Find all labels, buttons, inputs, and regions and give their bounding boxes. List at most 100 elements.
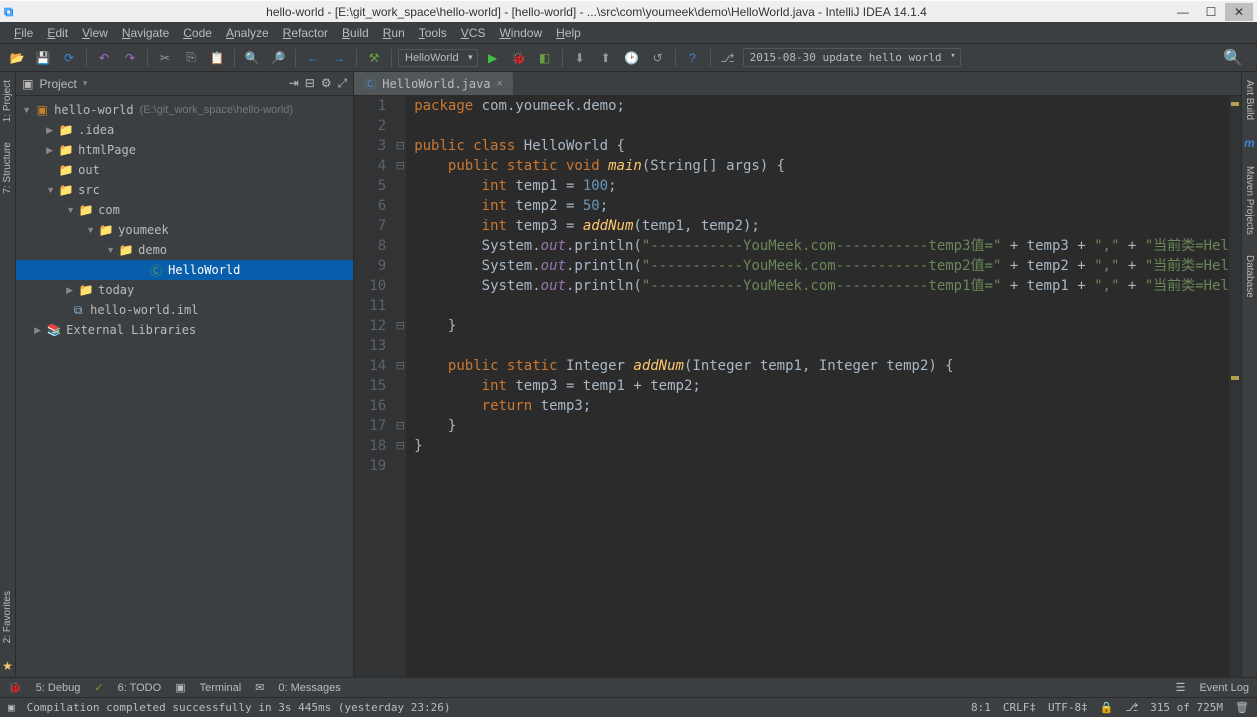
gutter-ant-tab[interactable]: Ant Build (1243, 76, 1256, 124)
tree-iml[interactable]: ⧉ hello-world.iml (16, 300, 353, 320)
fold-handle[interactable]: ⊟ (394, 356, 406, 376)
code-line[interactable]: public static void main(String[] args) { (414, 156, 1229, 176)
fold-handle[interactable] (394, 456, 406, 476)
fold-handle[interactable] (394, 196, 406, 216)
tree-root[interactable]: ▼▣ hello-world (E:\git_work_space\hello-… (16, 100, 353, 120)
vcs-update-icon[interactable]: ⬇ (569, 47, 591, 69)
sync-icon[interactable]: ⟳ (58, 47, 80, 69)
code-line[interactable]: public static Integer addNum(Integer tem… (414, 356, 1229, 376)
status-cursor-pos[interactable]: 8:1 (971, 701, 991, 714)
save-icon[interactable]: 💾 (32, 47, 54, 69)
fold-handle[interactable]: ⊟ (394, 416, 406, 436)
open-icon[interactable]: 📂 (6, 47, 28, 69)
status-encoding[interactable]: UTF-8‡ (1048, 701, 1088, 714)
project-panel-title[interactable]: Project (39, 77, 76, 91)
lock-icon[interactable]: 🔒 (1100, 701, 1114, 714)
menu-item-navigate[interactable]: Navigate (116, 24, 175, 42)
tree-htmlpage[interactable]: ▶📁 htmlPage (16, 140, 353, 160)
code-line[interactable]: int temp2 = 50; (414, 196, 1229, 216)
bottom-tab-messages[interactable]: 0: Messages (278, 682, 340, 694)
forward-icon[interactable]: → (328, 47, 350, 69)
minimize-button[interactable]: — (1169, 3, 1197, 21)
close-tab-icon[interactable]: ✕ (497, 78, 503, 89)
fold-handle[interactable] (394, 376, 406, 396)
status-line-sep[interactable]: CRLF‡ (1003, 701, 1036, 714)
bottom-tab-eventlog[interactable]: Event Log (1199, 682, 1249, 694)
vcs-commit-icon[interactable]: ⬆ (595, 47, 617, 69)
cut-icon[interactable]: ✂ (154, 47, 176, 69)
menu-item-help[interactable]: Help (550, 24, 587, 42)
git-branch-icon[interactable]: ⎇ (1125, 701, 1138, 714)
status-memory[interactable]: 315 of 725M (1150, 701, 1223, 714)
gutter-favorites-tab[interactable]: 2: Favorites (1, 587, 14, 647)
fold-handle[interactable]: ⊟ (394, 436, 406, 456)
fold-handle[interactable] (394, 176, 406, 196)
bottom-tab-terminal[interactable]: Terminal (200, 682, 242, 694)
code-line[interactable]: } (414, 416, 1229, 436)
fold-handle[interactable] (394, 296, 406, 316)
copy-icon[interactable]: ⎘ (180, 47, 202, 69)
menu-item-build[interactable]: Build (336, 24, 375, 42)
tree-youmeek[interactable]: ▼📁 youmeek (16, 220, 353, 240)
code-line[interactable]: public class HelloWorld { (414, 136, 1229, 156)
vcs-revert-icon[interactable]: ↺ (647, 47, 669, 69)
gutter-maven-tab[interactable]: Maven Projects (1243, 162, 1256, 239)
editor-tab-helloworld[interactable]: Ⓒ HelloWorld.java ✕ (354, 72, 512, 95)
fold-handle[interactable] (394, 216, 406, 236)
menu-item-edit[interactable]: Edit (41, 24, 74, 42)
stop-icon[interactable]: ◧ (534, 47, 556, 69)
code-line[interactable]: System.out.println("-----------YouMeek.c… (414, 256, 1229, 276)
menu-item-tools[interactable]: Tools (413, 24, 453, 42)
run-icon[interactable]: ▶ (482, 47, 504, 69)
code-line[interactable] (414, 116, 1229, 136)
hide-icon[interactable]: ⤢ (338, 76, 348, 91)
tree-demo[interactable]: ▼📁 demo (16, 240, 353, 260)
code-line[interactable]: package com.youmeek.demo; (414, 96, 1229, 116)
vcs-history-icon[interactable]: 🕑 (621, 47, 643, 69)
fold-handle[interactable]: ⊟ (394, 136, 406, 156)
redo-icon[interactable]: ↷ (119, 47, 141, 69)
fold-handle[interactable]: ⊟ (394, 156, 406, 176)
code-line[interactable]: System.out.println("-----------YouMeek.c… (414, 276, 1229, 296)
fold-handle[interactable] (394, 116, 406, 136)
code-line[interactable] (414, 296, 1229, 316)
help-icon[interactable]: ? (682, 47, 704, 69)
maximize-button[interactable]: ☐ (1197, 3, 1225, 21)
editor-body[interactable]: 12345678910111213141516171819 ⊟⊟ ⊟ ⊟ ⊟⊟ … (354, 96, 1241, 677)
tree-src[interactable]: ▼📁 src (16, 180, 353, 200)
paste-icon[interactable]: 📋 (206, 47, 228, 69)
fold-handle[interactable] (394, 336, 406, 356)
fold-gutter[interactable]: ⊟⊟ ⊟ ⊟ ⊟⊟ (394, 96, 406, 677)
tree-today[interactable]: ▶📁 today (16, 280, 353, 300)
build-icon[interactable]: ⚒ (363, 47, 385, 69)
collapse-icon[interactable]: ⊟ (305, 76, 315, 91)
fold-handle[interactable] (394, 96, 406, 116)
menu-item-code[interactable]: Code (177, 24, 218, 42)
status-toggle-icon[interactable]: ▣ (8, 701, 15, 714)
code-line[interactable] (414, 336, 1229, 356)
code-line[interactable]: int temp1 = 100; (414, 176, 1229, 196)
code-line[interactable]: } (414, 316, 1229, 336)
bottom-tab-todo[interactable]: 6: TODO (118, 682, 162, 694)
fold-handle[interactable]: ⊟ (394, 316, 406, 336)
debug-icon[interactable]: 🐞 (508, 47, 530, 69)
replace-icon[interactable]: 🔎 (267, 47, 289, 69)
overview-ruler[interactable] (1229, 96, 1241, 677)
fold-handle[interactable] (394, 256, 406, 276)
tree-idea[interactable]: ▶📁 .idea (16, 120, 353, 140)
close-button[interactable]: ✕ (1225, 3, 1253, 21)
autoscroll-icon[interactable]: ⇥ (289, 76, 299, 91)
commit-select[interactable]: 2015-08-30 update hello world (743, 48, 961, 67)
code-line[interactable]: } (414, 436, 1229, 456)
menu-item-window[interactable]: Window (493, 24, 548, 42)
bottom-tab-debug[interactable]: 5: Debug (36, 682, 81, 694)
tree-com[interactable]: ▼📁 com (16, 200, 353, 220)
menu-item-analyze[interactable]: Analyze (220, 24, 275, 42)
tree-helloworld-class[interactable]: Ⓒ HelloWorld (16, 260, 353, 280)
code-text[interactable]: package com.youmeek.demo; public class H… (406, 96, 1229, 677)
code-line[interactable]: System.out.println("-----------YouMeek.c… (414, 236, 1229, 256)
fold-handle[interactable] (394, 276, 406, 296)
menu-item-vcs[interactable]: VCS (455, 24, 492, 42)
fold-handle[interactable] (394, 236, 406, 256)
menu-item-refactor[interactable]: Refactor (277, 24, 334, 42)
